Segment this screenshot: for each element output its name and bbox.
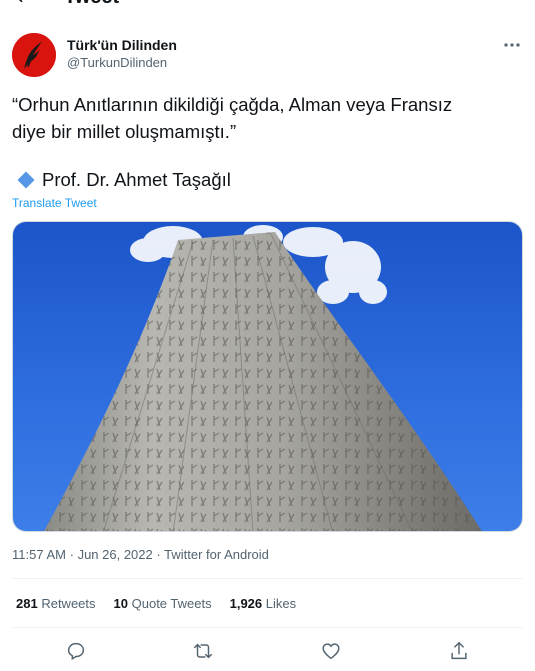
divider [12, 578, 523, 579]
tweet-author: Türk'ün Dilinden @TurkunDilinden [12, 33, 523, 77]
reply-icon[interactable] [65, 640, 87, 662]
like-heart-icon[interactable] [320, 640, 342, 662]
likes-label: Likes [265, 596, 297, 611]
more-options-icon[interactable] [501, 37, 523, 53]
divider [12, 627, 523, 628]
quote-tweets-count: 10 [113, 596, 128, 611]
retweets-count: 281 [16, 596, 38, 611]
tweet-date[interactable]: Jun 26, 2022 [78, 547, 153, 562]
share-icon[interactable] [448, 640, 470, 662]
quote-tweets-stat[interactable]: 10 Quote Tweets [114, 595, 212, 613]
tweet-signature: Prof. Dr. Ahmet Taşağıl [17, 167, 231, 193]
tweet-actions [0, 640, 535, 662]
tweet-time[interactable]: 11:57 AM [12, 547, 66, 562]
quote-tweets-label: Quote Tweets [131, 596, 212, 611]
stone-monument-image [13, 222, 522, 531]
translate-tweet-link[interactable]: Translate Tweet [12, 195, 97, 211]
likes-count: 1,926 [229, 596, 263, 611]
meta-separator: · [69, 547, 74, 562]
tweet-quote: “Orhun Anıtlarının dikildiği çağda, Alma… [12, 94, 453, 142]
signature-text: Prof. Dr. Ahmet Taşağıl [42, 169, 231, 190]
avatar-logo-icon [12, 33, 56, 77]
blue-diamond-icon [17, 171, 35, 189]
tweet-text: “Orhun Anıtlarının dikildiği çağda, Alma… [12, 91, 523, 145]
retweets-stat[interactable]: 281 Retweets [16, 595, 96, 613]
retweet-icon[interactable] [192, 640, 214, 662]
page-title: Tweet [64, 0, 119, 8]
page-header: Tweet [0, 0, 535, 8]
avatar[interactable] [12, 33, 56, 77]
author-handle[interactable]: @TurkunDilinden [67, 54, 167, 72]
author-name[interactable]: Türk'ün Dilinden [67, 36, 177, 54]
retweets-label: Retweets [41, 596, 96, 611]
tweet-source[interactable]: Twitter for Android [164, 547, 269, 562]
tweet-meta: 11:57 AM · Jun 26, 2022 · Twitter for An… [12, 546, 269, 564]
likes-stat[interactable]: 1,926 Likes [230, 595, 297, 613]
back-arrow-icon[interactable] [12, 0, 32, 6]
tweet-media-image[interactable] [12, 221, 523, 532]
meta-separator: · [156, 547, 161, 562]
tweet-stats: 281 Retweets 10 Quote Tweets 1,926 Likes [16, 595, 296, 613]
